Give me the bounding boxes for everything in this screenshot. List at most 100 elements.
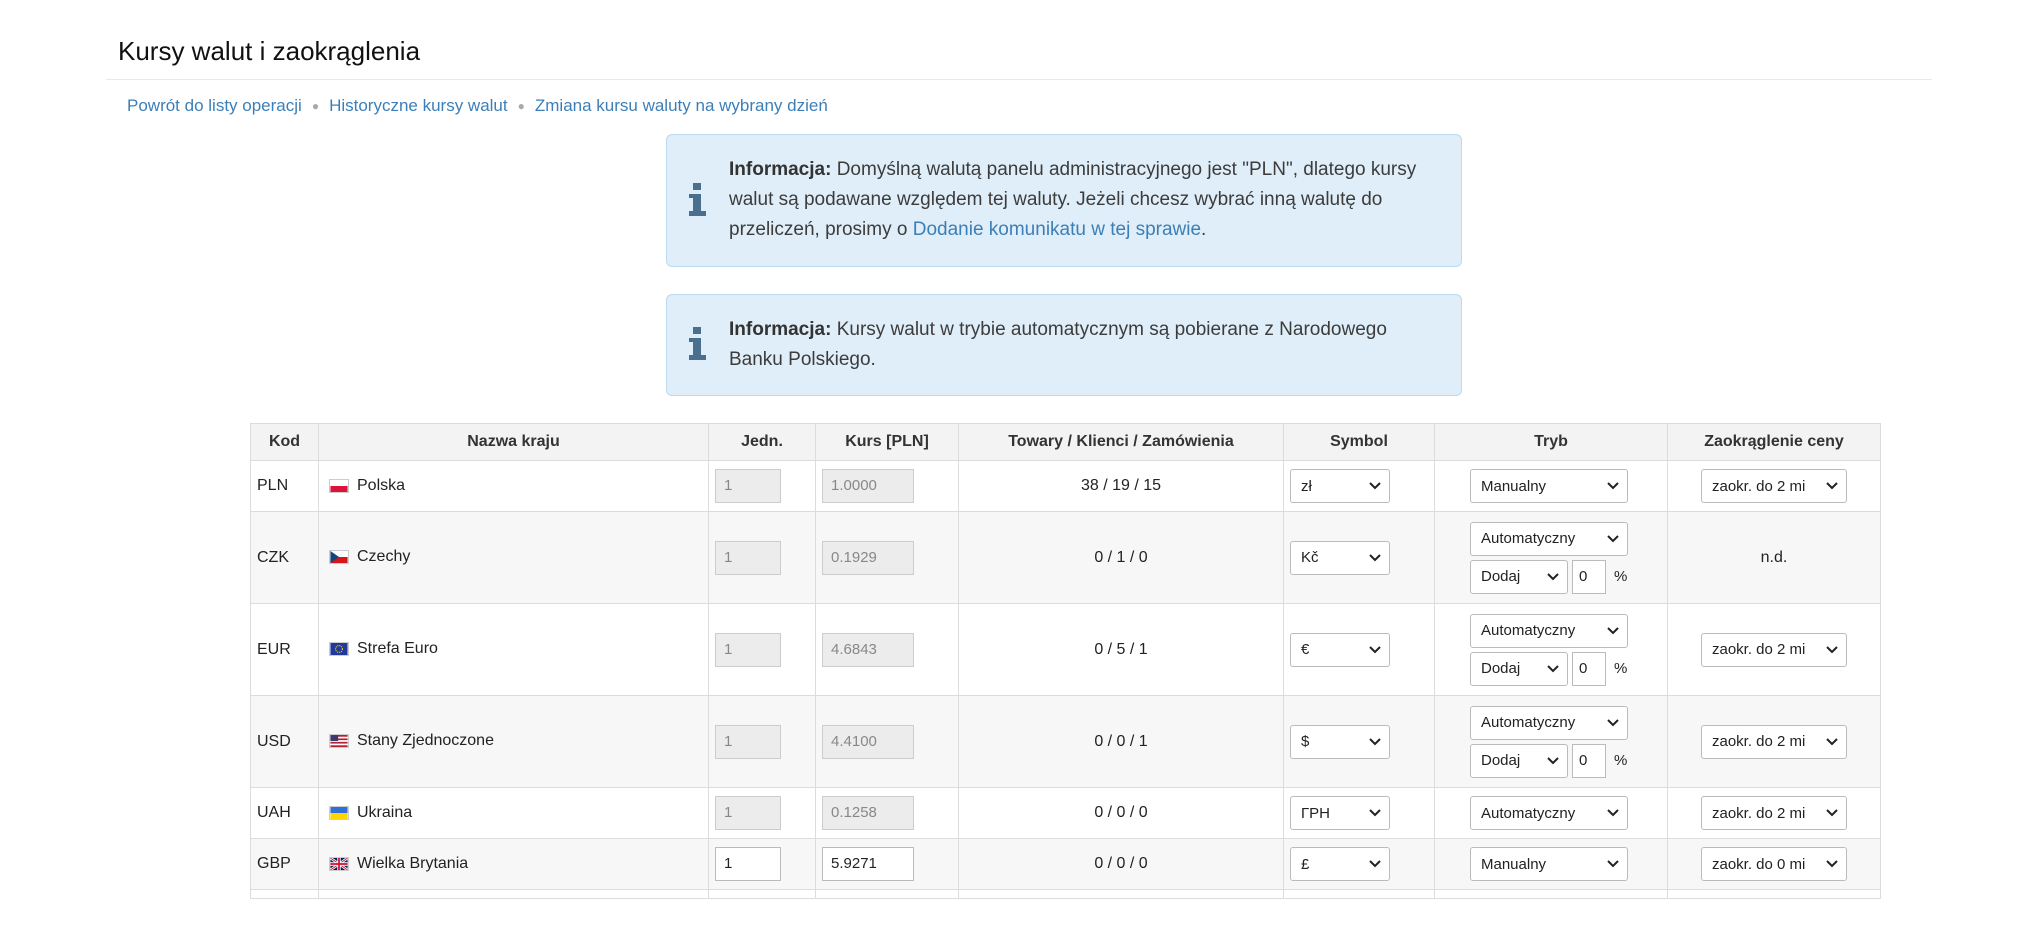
info-icon: [689, 327, 706, 360]
chevron-down-icon: [1607, 860, 1619, 868]
flag-czech-icon: [329, 550, 349, 565]
currency-code: PLN: [250, 460, 319, 512]
info-alert-default-currency: Informacja: Domyślną walutą panelu admin…: [666, 134, 1462, 267]
unit-input[interactable]: 1: [715, 724, 781, 759]
mode-select[interactable]: Automatyczny: [1470, 613, 1628, 648]
country-name: Strefa Euro: [357, 640, 438, 658]
mode-value: Automatyczny: [1481, 622, 1576, 639]
table-header-row: Kod Nazwa kraju Jedn. Kurs [PLN] Towary …: [250, 423, 1881, 461]
percent-input[interactable]: 0: [1572, 559, 1606, 594]
percent-input[interactable]: 0: [1572, 743, 1606, 778]
country-name: Stany Zjednoczone: [357, 732, 494, 750]
chevron-down-icon: [1607, 482, 1619, 490]
symbol-select[interactable]: £: [1290, 847, 1390, 881]
mode-value: Automatyczny: [1481, 530, 1576, 547]
unit-cell: 1: [708, 787, 816, 839]
counts-cell: 0 / 5 / 1: [958, 603, 1284, 696]
rate-input[interactable]: 0.1258: [822, 796, 914, 830]
symbol-select[interactable]: zł: [1290, 469, 1390, 503]
mode-select[interactable]: Manualny: [1470, 469, 1628, 503]
table-row: CZK Czechy 1 0.1929 0 / 1 / 0 Kč Automat…: [250, 511, 1881, 604]
adjust-select[interactable]: Dodaj: [1470, 559, 1568, 594]
chevron-down-icon: [1369, 645, 1381, 653]
column-header-country: Nazwa kraju: [318, 423, 709, 461]
rounding-select[interactable]: zaokr. do 2 mi: [1701, 632, 1847, 667]
chevron-down-icon: [1547, 664, 1559, 672]
rounding-cell: zaokr. do 0 mi: [1667, 838, 1881, 890]
rate-cell: 0.1929: [815, 511, 959, 604]
unit-input[interactable]: 1: [715, 540, 781, 575]
counts-cell: 0 / 1 / 0: [958, 511, 1284, 604]
rounding-select[interactable]: zaokr. do 2 mi: [1701, 796, 1847, 830]
adjust-select[interactable]: Dodaj: [1470, 651, 1568, 686]
rate-input[interactable]: 1.0000: [822, 469, 914, 503]
symbol-cell: ГРН: [1283, 787, 1435, 839]
column-header-symbol: Symbol: [1283, 423, 1435, 461]
country-cell: Polska: [318, 460, 709, 512]
chevron-down-icon: [1547, 756, 1559, 764]
alert-text-end: .: [1201, 219, 1207, 240]
percent-sign: %: [1614, 568, 1628, 585]
rate-input[interactable]: 4.6843: [822, 632, 914, 667]
breadcrumb-separator: ●: [311, 99, 320, 113]
breadcrumb-history-link[interactable]: Historyczne kursy walut: [329, 96, 508, 116]
symbol-select[interactable]: €: [1290, 632, 1390, 667]
unit-input[interactable]: 1: [715, 847, 781, 881]
currency-rates-table: Kod Nazwa kraju Jedn. Kurs [PLN] Towary …: [250, 423, 1881, 899]
chevron-down-icon: [1369, 737, 1381, 745]
unit-cell: 1: [708, 603, 816, 696]
rounding-value: zaokr. do 2 mi: [1712, 733, 1806, 750]
column-header-counts: Towary / Klienci / Zamówienia: [958, 423, 1284, 461]
unit-cell: 1: [708, 695, 816, 788]
unit-input[interactable]: 1: [715, 632, 781, 667]
mode-value: Manualny: [1481, 855, 1547, 873]
counts-cell: 0 / 0 / 1: [958, 695, 1284, 788]
country-name: Polska: [357, 476, 406, 494]
percent-sign: %: [1614, 660, 1628, 677]
breadcrumb-change-rate-link[interactable]: Zmiana kursu waluty na wybrany dzień: [535, 96, 828, 116]
chevron-down-icon: [1547, 572, 1559, 580]
symbol-cell: zł: [1283, 460, 1435, 512]
unit-input[interactable]: 1: [715, 469, 781, 503]
symbol-select[interactable]: ГРН: [1290, 796, 1390, 830]
mode-select[interactable]: Manualny: [1470, 847, 1628, 881]
rate-input[interactable]: 5.9271: [822, 847, 914, 881]
adjust-select[interactable]: Dodaj: [1470, 743, 1568, 778]
percent-input[interactable]: 0: [1572, 651, 1606, 686]
column-header-rounding: Zaokrąglenie ceny: [1667, 423, 1881, 461]
rounding-select[interactable]: zaokr. do 2 mi: [1701, 469, 1847, 503]
country-cell: Czechy: [318, 511, 709, 604]
breadcrumb-back-link[interactable]: Powrót do listy operacji: [127, 96, 302, 116]
mode-select[interactable]: Automatyczny: [1470, 705, 1628, 740]
currency-code: UAH: [250, 787, 319, 839]
country-name: Czechy: [357, 548, 411, 566]
chevron-down-icon: [1607, 809, 1619, 817]
report-message-link[interactable]: Dodanie komunikatu w tej sprawie: [913, 219, 1201, 240]
rounding-value: zaokr. do 2 mi: [1712, 641, 1806, 658]
symbol-select[interactable]: Kč: [1290, 540, 1390, 575]
chevron-down-icon: [1607, 534, 1619, 542]
info-icon: [689, 183, 706, 216]
flag-uk-icon: [329, 856, 349, 871]
rounding-select[interactable]: zaokr. do 2 mi: [1701, 724, 1847, 759]
mode-select[interactable]: Automatyczny: [1470, 796, 1628, 830]
mode-cell: Automatyczny Dodaj 0 %: [1434, 695, 1668, 788]
symbol-cell: Kč: [1283, 511, 1435, 604]
mode-cell: Automatyczny: [1434, 787, 1668, 839]
symbol-select[interactable]: $: [1290, 724, 1390, 759]
rate-cell: 4.4100: [815, 695, 959, 788]
alert-label: Informacja:: [729, 319, 832, 340]
breadcrumb: Powrót do listy operacji ● Historyczne k…: [127, 96, 828, 116]
country-cell: Strefa Euro: [318, 603, 709, 696]
rate-input[interactable]: 4.4100: [822, 724, 914, 759]
unit-input[interactable]: 1: [715, 796, 781, 830]
page-title: Kursy walut i zaokrąglenia: [118, 36, 421, 66]
rate-cell: 5.9271: [815, 838, 959, 890]
chevron-down-icon: [1369, 809, 1381, 817]
rate-input[interactable]: 0.1929: [822, 540, 914, 575]
rounding-select[interactable]: zaokr. do 0 mi: [1701, 847, 1847, 881]
rate-cell: 0.1258: [815, 787, 959, 839]
chevron-down-icon: [1369, 860, 1381, 868]
column-header-code: Kod: [250, 423, 319, 461]
mode-select[interactable]: Automatyczny: [1470, 521, 1628, 556]
